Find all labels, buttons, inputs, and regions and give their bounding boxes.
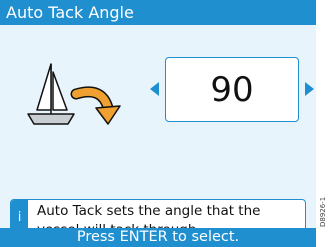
- document-code: D8926-1: [319, 196, 327, 227]
- info-glyph: i: [17, 210, 22, 225]
- page-title: Auto Tack Angle: [6, 3, 134, 22]
- triangle-right-icon[interactable]: [305, 82, 314, 96]
- title-bar: Auto Tack Angle: [0, 0, 316, 25]
- angle-value-box[interactable]: 90: [165, 57, 299, 122]
- footer-bar: Press ENTER to select.: [0, 228, 316, 247]
- sailboat-icon: [27, 63, 121, 125]
- triangle-left-icon[interactable]: [150, 82, 159, 96]
- display-screen: Auto Tack Angle 90 i Auto Tack sets the …: [0, 0, 316, 247]
- angle-value: 90: [210, 69, 254, 110]
- footer-prompt: Press ENTER to select.: [76, 229, 240, 245]
